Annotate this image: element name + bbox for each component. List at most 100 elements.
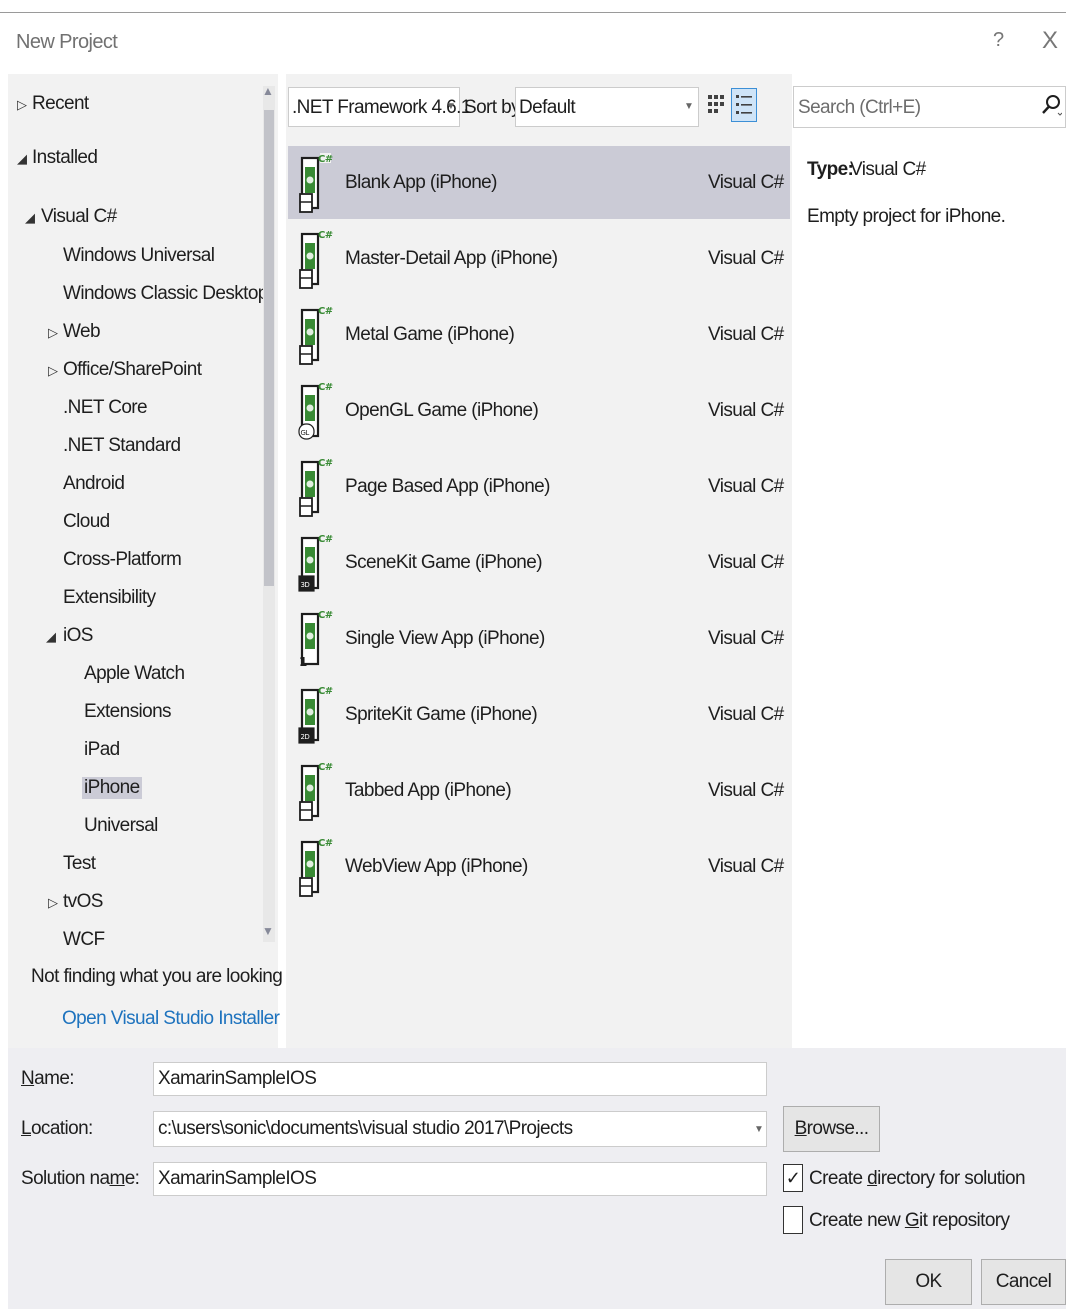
csharp-badge-text: C# [318, 458, 333, 469]
list-view-button[interactable] [731, 88, 757, 122]
sort-value: Default [519, 97, 576, 118]
template-language: Visual C# [708, 400, 784, 421]
close-button[interactable]: X [1042, 27, 1058, 55]
collapse-arrow-icon[interactable]: ◢ [17, 151, 27, 167]
tree-item-net-core[interactable]: .NET Core [63, 397, 148, 419]
iphone-project-icon: C# [299, 153, 333, 213]
template-row[interactable]: C# Blank App (iPhone) Visual C# [288, 146, 790, 219]
tree-scrollbar-thumb[interactable] [264, 110, 274, 586]
csharp-badge-text: C# [318, 686, 333, 697]
csharp-badge-text: C# [318, 610, 333, 621]
template-name: Metal Game (iPhone) [345, 324, 515, 345]
template-name: SceneKit Game (iPhone) [345, 552, 543, 573]
tree-item-windows-classic-desktop[interactable]: Windows Classic Desktop [63, 283, 268, 305]
title-divider [0, 12, 1066, 13]
type-value: Visual C# [850, 159, 926, 180]
iphone-project-icon: C# [299, 229, 333, 289]
iphone-project-icon: C# 3D [298, 533, 333, 592]
template-name: Page Based App (iPhone) [345, 476, 550, 497]
template-badge-text: 3D [301, 581, 310, 589]
browse-button[interactable]: Browse... [783, 1106, 880, 1152]
small-icons-view-icon[interactable] [706, 92, 728, 118]
tree-item-cloud[interactable]: Cloud [63, 511, 110, 533]
template-row[interactable]: C# 2D SpriteKit Game (iPhone) Visual C# [288, 678, 790, 751]
template-row[interactable]: C# 1 Single View App (iPhone) Visual C# [288, 602, 790, 675]
template-name: Master-Detail App (iPhone) [345, 248, 558, 269]
template-row[interactable]: C# Page Based App (iPhone) Visual C# [288, 450, 790, 523]
template-badge-text: 2D [301, 733, 310, 741]
tree-item-installed[interactable]: Installed [32, 147, 98, 169]
expand-arrow-icon[interactable]: ▷ [48, 895, 58, 911]
template-name: Single View App (iPhone) [345, 628, 545, 649]
collapse-arrow-icon[interactable]: ◢ [25, 210, 35, 226]
tree-item-windows-universal[interactable]: Windows Universal [63, 245, 215, 267]
create-directory-label: Create directory for solution [809, 1168, 1026, 1189]
tree-item-apple-watch[interactable]: Apple Watch [84, 663, 185, 685]
name-value: XamarinSampleIOS [158, 1068, 317, 1089]
tree-item-tvos[interactable]: tvOS [63, 891, 103, 913]
tree-item-iphone[interactable]: iPhone [82, 777, 142, 799]
iphone-project-icon: C# [299, 761, 333, 821]
help-button[interactable]: ? [993, 29, 1004, 52]
tree-item-cross-platform[interactable]: Cross-Platform [63, 549, 182, 571]
template-row[interactable]: C# Master-Detail App (iPhone) Visual C# [288, 222, 790, 295]
template-name: WebView App (iPhone) [345, 856, 528, 877]
iphone-project-icon: C# GL [298, 381, 333, 440]
template-row[interactable]: C# 3D SceneKit Game (iPhone) Visual C# [288, 526, 790, 599]
template-row[interactable]: C# Metal Game (iPhone) Visual C# [288, 298, 790, 371]
template-name: OpenGL Game (iPhone) [345, 400, 539, 421]
dropdown-caret-icon: ▼ [754, 1124, 764, 1135]
dialog-title: New Project [16, 31, 118, 53]
cancel-button[interactable]: Cancel [981, 1259, 1066, 1305]
expand-arrow-icon[interactable]: ▷ [48, 363, 58, 379]
template-language: Visual C# [708, 552, 784, 573]
expand-arrow-icon[interactable]: ▷ [17, 97, 27, 113]
create-directory-checkbox[interactable]: ✓ [783, 1164, 803, 1192]
template-badge-text: GL [301, 429, 310, 437]
ok-button[interactable]: OK [885, 1259, 972, 1305]
create-git-checkbox[interactable] [783, 1206, 803, 1234]
not-finding-text: Not finding what you are looking for? [31, 966, 318, 987]
iphone-project-icon: C# 2D [298, 685, 333, 744]
csharp-badge-text: C# [318, 230, 333, 241]
tree-item-ipad[interactable]: iPad [84, 739, 120, 761]
solution-name-label: Solution name: [21, 1168, 140, 1189]
template-name: Blank App (iPhone) [345, 172, 497, 193]
collapse-arrow-icon[interactable]: ◢ [46, 629, 56, 645]
scroll-up-arrow-icon[interactable]: ▲ [262, 84, 274, 98]
search-icon[interactable] [1040, 93, 1062, 117]
tree-item-ios[interactable]: iOS [63, 625, 93, 647]
tree-item-android[interactable]: Android [63, 473, 125, 495]
tree-item-extensibility[interactable]: Extensibility [63, 587, 156, 609]
tree-item-net-standard[interactable]: .NET Standard [63, 435, 181, 457]
type-label: Type: [807, 159, 854, 180]
csharp-badge-text: C# [318, 838, 333, 849]
template-language: Visual C# [708, 704, 784, 725]
location-value: c:\users\sonic\documents\visual studio 2… [158, 1118, 573, 1139]
tree-item-office-sharepoint[interactable]: Office/SharePoint [63, 359, 202, 381]
tree-item-recent[interactable]: Recent [32, 93, 89, 115]
template-badge-text: 1 [299, 655, 307, 669]
template-language: Visual C# [708, 628, 784, 649]
tree-item-universal[interactable]: Universal [84, 815, 158, 837]
template-row[interactable]: C# Tabbed App (iPhone) Visual C# [288, 754, 790, 827]
template-row[interactable]: C# WebView App (iPhone) Visual C# [288, 830, 790, 903]
dropdown-caret-icon: ▼ [684, 101, 694, 112]
iphone-project-icon: C# [299, 837, 333, 897]
template-row[interactable]: C# GL OpenGL Game (iPhone) Visual C# [288, 374, 790, 447]
tree-item-visual-c[interactable]: Visual C# [41, 206, 117, 228]
scroll-down-arrow-icon[interactable]: ▼ [262, 924, 274, 938]
csharp-badge-text: C# [318, 762, 333, 773]
tree-item-test[interactable]: Test [63, 853, 96, 875]
csharp-badge-text: C# [318, 306, 333, 317]
location-label: Location: [21, 1118, 93, 1139]
tree-item-wcf[interactable]: WCF [63, 929, 105, 951]
search-placeholder: Search (Ctrl+E) [798, 97, 921, 118]
tree-item-web[interactable]: Web [63, 321, 101, 343]
template-name: Tabbed App (iPhone) [345, 780, 512, 801]
list-view-icon [736, 95, 752, 114]
open-installer-link[interactable]: Open Visual Studio Installer [62, 1008, 280, 1030]
expand-arrow-icon[interactable]: ▷ [48, 325, 58, 341]
template-name: SpriteKit Game (iPhone) [345, 704, 538, 725]
tree-item-extensions[interactable]: Extensions [84, 701, 172, 723]
